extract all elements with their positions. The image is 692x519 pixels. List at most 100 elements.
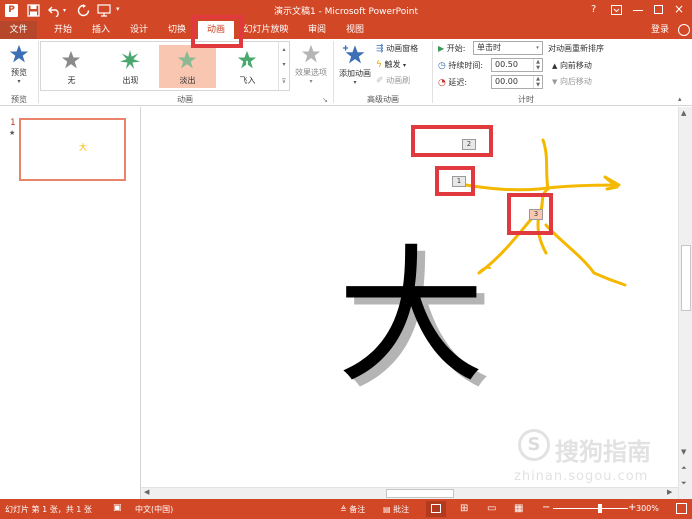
scroll-left-arrow[interactable]: ◀ [144,488,149,496]
slide-character[interactable]: 大 [337,243,485,391]
start-select-dropdown-icon: ▾ [536,45,539,51]
zoom-out-button[interactable]: − [542,502,550,513]
gallery-scroll-down[interactable]: ▾ [278,57,289,73]
tab-file[interactable]: 文件 [0,21,37,39]
tab-design[interactable]: 设计 [124,21,154,39]
tag-1-highlight-box [435,166,475,196]
gallery-item-none[interactable]: 无 [43,45,100,88]
painter-brush-icon: ✐ [376,76,384,86]
watermark-url: zhinan.sogou.com [514,469,649,484]
slideshow-view-icon[interactable]: ▦ [514,503,523,514]
move-earlier-button[interactable]: ▲ 向前移动 [552,60,592,71]
scroll-right-arrow[interactable]: ▶ [667,488,672,496]
separator [38,41,39,103]
preview-star-icon [9,44,29,63]
comment-icon: ▤ [383,505,391,514]
separator [432,41,433,103]
zoom-slider-track[interactable] [553,508,628,509]
sogou-logo-icon: S [518,429,550,461]
gallery-more-button[interactable]: ⊽ [278,73,289,90]
duration-stepper[interactable]: 00.50 ▲ ▼ [491,58,543,72]
play-icon: ▶ [438,44,445,53]
trigger-dropdown-icon: ▾ [403,62,407,69]
animation-pane-button[interactable]: ⇶ 动画窗格 [376,43,418,54]
zoom-slider-thumb[interactable] [598,504,602,513]
effect-options-button[interactable]: 效果选项 ▾ [292,42,330,90]
delay-clock-icon: ◔ [438,78,446,88]
reorder-title: 对动画重新排序 [548,44,604,53]
preview-button[interactable]: 预览 ▾ [2,42,36,86]
status-bar: 幻灯片 第 1 张，共 1 张 ▣ 中文(中国) ≜ 备注 ▤ 批注 ⊞ ▭ ▦… [0,499,692,519]
add-animation-label: 添加动画 [339,69,371,78]
next-slide-icon[interactable]: ⏷ [681,479,687,488]
start-label: ▶ 开始: [438,44,466,53]
delay-label: ◔ 延迟: [438,78,468,88]
animation-dialog-launcher-icon[interactable]: ↘ [322,96,328,104]
slide-thumbnail[interactable]: 大 [19,118,126,181]
add-animation-dropdown-icon: ▾ [353,79,357,86]
slide-sorter-icon[interactable]: ⊞ [460,503,468,514]
notes-icon: ≜ [340,505,347,514]
animation-painter-button[interactable]: ✐ 动画刷 [376,75,410,86]
tab-view[interactable]: 视图 [340,21,370,39]
lightning-icon: ϟ [376,60,382,70]
duration-stepper-arrows[interactable]: ▲ ▼ [533,59,542,71]
trigger-button[interactable]: ϟ 触发 ▾ [376,59,406,70]
notes-button[interactable]: ≜ 备注 [340,504,365,515]
start-select[interactable]: 单击时 ▾ [473,41,543,55]
help-button[interactable]: ? [591,4,596,15]
star-fade-icon [177,50,197,69]
tag-3-highlight-box [507,193,553,235]
gallery-item-fade[interactable]: 淡出 [159,45,216,88]
slide-thumbnail-pane: 1 ★ 大 [0,107,141,499]
gallery-item-appear[interactable]: 出现 [102,45,159,88]
scroll-down-arrow[interactable]: ▼ [681,448,686,456]
duration-label: ◷ 持续时间: [438,61,484,71]
gallery-item-fly-in[interactable]: 飞入 [219,45,276,88]
user-avatar-icon[interactable] [678,24,690,36]
title-bar: P ▾ ▾ 演示文稿1 - Microsoft PowerPoint ? × [0,0,692,21]
gallery-scroll-up[interactable]: ▴ [278,42,289,57]
tab-slideshow[interactable]: 幻灯片放映 [240,21,292,39]
spell-check-icon[interactable]: ▣ [113,503,122,513]
minimize-button[interactable] [633,10,643,11]
reading-view-icon[interactable]: ▭ [487,503,496,514]
star-fly-icon [237,50,257,70]
delay-stepper-arrows[interactable]: ▲ ▼ [533,76,542,88]
vertical-scrollbar[interactable]: ▲ ▼ ⏶ ⏷ [678,107,692,499]
timing-group-label: 计时 [518,95,534,104]
horizontal-scrollbar[interactable]: ◀ ▶ [141,487,678,499]
zoom-level[interactable]: 300% [636,504,659,513]
comments-button[interactable]: ▤ 批注 [383,504,409,515]
collapse-ribbon-icon[interactable]: ▴ [678,95,682,103]
language-indicator[interactable]: 中文(中国) [135,504,173,515]
tab-review[interactable]: 审阅 [302,21,332,39]
tab-highlight-box [191,15,243,48]
preview-button-label: 预览 [11,68,27,77]
tab-transitions[interactable]: 切换 [162,21,192,39]
close-button[interactable]: × [674,2,684,16]
thumbnail-animation-star: ★ [9,129,16,137]
thumbnail-character: 大 [79,143,87,152]
preview-group-label: 预览 [11,95,27,104]
vertical-scroll-thumb[interactable] [681,245,691,311]
add-animation-button[interactable]: 添加动画 ▾ [336,42,374,90]
sign-in-link[interactable]: 登录 [645,21,675,39]
slide-info: 幻灯片 第 1 张，共 1 张 [5,505,92,514]
tab-home[interactable]: 开始 [48,21,78,39]
ribbon-display-options-icon[interactable] [611,5,622,15]
effect-options-star-icon [301,44,321,63]
horizontal-scroll-thumb[interactable] [386,489,454,498]
move-later-button[interactable]: ▼ 向后移动 [552,76,592,87]
separator [333,41,334,103]
delay-stepper[interactable]: 00.00 ▲ ▼ [491,75,543,89]
animation-pane-icon: ⇶ [376,44,384,54]
restore-button[interactable] [654,5,663,14]
slide-canvas[interactable]: 大 大 2 1 3 S 搜狗指南 zhinan.sogou.com [141,107,678,487]
scroll-up-arrow[interactable]: ▲ [681,109,686,117]
fit-slide-icon[interactable] [676,503,687,514]
thumbnail-number: 1 [10,118,16,128]
star-grey-icon [61,50,81,69]
tab-insert[interactable]: 插入 [86,21,116,39]
previous-slide-icon[interactable]: ⏶ [681,464,687,473]
